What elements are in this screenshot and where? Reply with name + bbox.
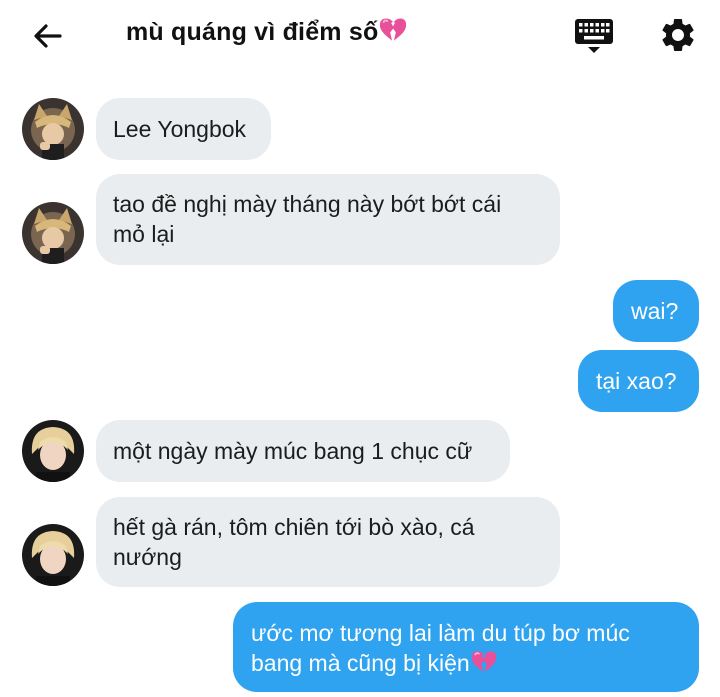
chat-title: mù quáng vì điểm số: [126, 16, 408, 50]
avatar[interactable]: [22, 420, 84, 482]
gear-icon[interactable]: [658, 15, 698, 55]
message-line-2: bang mà cũng bị kiện: [251, 648, 699, 681]
chat-header: mù quáng vì điểm số: [0, 0, 720, 72]
message-text: ước mơ tương lai làm du túp bơ múc: [251, 620, 630, 646]
message-bubble-incoming[interactable]: Lee Yongbok: [96, 98, 271, 160]
avatar[interactable]: [22, 202, 84, 264]
message-bubble-outgoing[interactable]: tại xao?: [578, 350, 699, 412]
message-bubble-outgoing[interactable]: ước mơ tương lai làm du túp bơ múc bang …: [233, 602, 699, 692]
message-bubble-incoming[interactable]: tao đề nghị mày tháng này bớt bớt cái mỏ…: [96, 174, 560, 265]
message-bubble-outgoing[interactable]: wai?: [613, 280, 699, 342]
message-bubble-incoming[interactable]: một ngày mày múc bang 1 chục cữ: [96, 420, 510, 482]
message-text: nướng: [113, 544, 182, 570]
message-text: wai?: [631, 298, 679, 324]
message-text: tao đề nghị mày tháng này bớt bớt cái: [113, 191, 502, 217]
message-bubble-incoming[interactable]: hết gà rán, tôm chiên tới bò xào, cá nướ…: [96, 497, 560, 587]
message-text: hết gà rán, tôm chiên tới bò xào, cá: [113, 514, 475, 540]
broken-heart-icon: [378, 16, 408, 50]
message-text: mỏ lại: [113, 221, 175, 247]
avatar[interactable]: [22, 98, 84, 160]
message-text: Lee Yongbok: [113, 116, 247, 142]
avatar[interactable]: [22, 524, 84, 586]
message-text: một ngày mày múc bang 1 chục cữ: [113, 438, 473, 464]
message-text: tại xao?: [596, 368, 677, 394]
message-text: bang mà cũng bị kiện: [251, 650, 470, 676]
keyboard-icon[interactable]: [573, 17, 615, 55]
broken-heart-icon: [470, 649, 498, 681]
back-arrow-icon[interactable]: [30, 18, 66, 54]
chat-title-text: mù quáng vì điểm số: [126, 18, 379, 46]
